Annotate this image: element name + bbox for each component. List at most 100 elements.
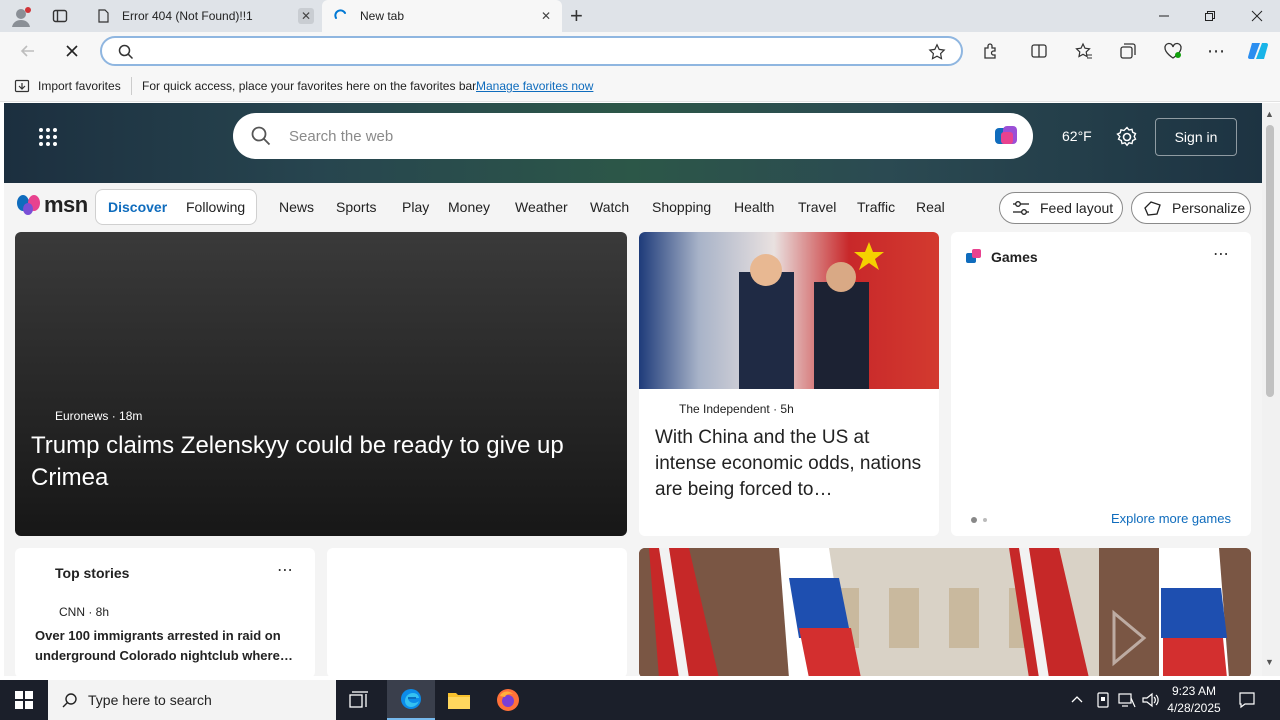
extensions-icon[interactable] bbox=[976, 36, 1006, 66]
sign-in-label: Sign in bbox=[1174, 129, 1218, 145]
favorites-bar: Import favorites For quick access, place… bbox=[0, 70, 1280, 102]
copilot-icon[interactable] bbox=[1243, 36, 1273, 66]
page-scrollbar[interactable]: ▲ ▼ bbox=[1262, 103, 1280, 676]
split-screen-icon[interactable] bbox=[1024, 36, 1054, 66]
firefox-icon[interactable] bbox=[496, 688, 520, 717]
personalize-icon bbox=[1144, 201, 1161, 216]
back-icon[interactable] bbox=[13, 36, 43, 66]
tab-title: Error 404 (Not Found)!!1 bbox=[122, 9, 253, 23]
games-title: Games bbox=[991, 249, 1038, 265]
nav-health[interactable]: Health bbox=[734, 199, 774, 215]
personalize-button[interactable]: Personalize bbox=[1131, 192, 1251, 224]
nav-play[interactable]: Play bbox=[402, 199, 429, 215]
source-name: CNN bbox=[59, 605, 85, 619]
nav-weather[interactable]: Weather bbox=[515, 199, 568, 215]
blank-card bbox=[327, 548, 627, 676]
china-story-image bbox=[639, 232, 939, 389]
copilot-search-icon[interactable] bbox=[993, 122, 1021, 155]
favorites-icon[interactable] bbox=[1069, 36, 1099, 66]
scroll-thumb[interactable] bbox=[1266, 125, 1274, 397]
apps-grid-icon[interactable] bbox=[38, 127, 58, 152]
scroll-up-arrow-icon[interactable]: ▲ bbox=[1265, 109, 1274, 119]
main-story-headline[interactable]: Trump claims Zelenskyy could be ready to… bbox=[31, 430, 601, 494]
settings-gear-icon[interactable] bbox=[1116, 126, 1138, 153]
top-stories-headline[interactable]: Over 100 immigrants arrested in raid on … bbox=[35, 626, 305, 666]
clock-time: 9:23 AM bbox=[1171, 684, 1217, 698]
clock[interactable]: 9:23 AM 4/28/2025 bbox=[1162, 683, 1226, 717]
explore-more-games-link[interactable]: Explore more games bbox=[1111, 511, 1231, 526]
favorite-star-icon[interactable] bbox=[928, 43, 946, 66]
edge-taskbar-icon[interactable] bbox=[387, 680, 435, 720]
import-favorites-button[interactable]: Import favorites bbox=[38, 79, 121, 93]
watermark-logo bbox=[1039, 608, 1239, 673]
tray-chevron-icon[interactable] bbox=[1070, 692, 1084, 711]
weather-temperature[interactable]: 62°F bbox=[1062, 128, 1092, 144]
notification-icon[interactable] bbox=[1238, 691, 1256, 714]
profile-icon[interactable] bbox=[10, 6, 32, 28]
top-stories-source: CNN · 8h bbox=[59, 605, 110, 619]
browser-essentials-icon[interactable] bbox=[1158, 36, 1188, 66]
sliders-icon bbox=[1013, 201, 1029, 215]
china-story-headline[interactable]: With China and the US at intense economi… bbox=[655, 425, 927, 503]
nav-shopping[interactable]: Shopping bbox=[652, 199, 711, 215]
scroll-down-arrow-icon[interactable]: ▼ bbox=[1265, 657, 1274, 667]
tab-following[interactable]: Following bbox=[186, 199, 245, 215]
close-tab-icon[interactable]: ✕ bbox=[298, 8, 314, 24]
nav-money[interactable]: Money bbox=[448, 199, 490, 215]
main-story-source: Euronews · 18m bbox=[55, 409, 143, 423]
summit-photo-card[interactable] bbox=[639, 548, 1251, 676]
sign-in-button[interactable]: Sign in bbox=[1155, 118, 1237, 156]
windows-taskbar: Type here to search 9:23 AM 4/28/2025 bbox=[0, 680, 1280, 720]
source-name: Euronews bbox=[55, 409, 109, 423]
games-more-options-icon[interactable]: ⋯ bbox=[1213, 244, 1229, 264]
games-card: Games ⋯ Explore more games bbox=[951, 232, 1251, 536]
web-search-box[interactable]: Search the web bbox=[233, 113, 1033, 159]
tab-error-404[interactable]: Error 404 (Not Found)!!1 ✕ bbox=[86, 0, 322, 32]
feed-layout-label: Feed layout bbox=[1040, 200, 1114, 216]
network-icon[interactable] bbox=[1118, 692, 1136, 713]
top-stories-more-options-icon[interactable]: ⋯ bbox=[277, 560, 293, 580]
carousel-dot[interactable] bbox=[983, 518, 987, 522]
top-stories-card: Top stories ⋯ CNN · 8h Over 100 immigran… bbox=[15, 548, 315, 676]
nav-watch[interactable]: Watch bbox=[590, 199, 629, 215]
hero-banner: Search the web 62°F Sign in bbox=[4, 103, 1262, 183]
msn-logo[interactable]: msn bbox=[16, 192, 88, 218]
page-icon bbox=[96, 9, 110, 23]
main-story-card[interactable]: Euronews · 18m Trump claims Zelenskyy co… bbox=[15, 232, 627, 536]
msn-page: Search the web 62°F Sign in msn Discover… bbox=[4, 103, 1262, 676]
start-button[interactable] bbox=[0, 680, 48, 720]
search-icon bbox=[118, 44, 134, 65]
china-story-card[interactable]: The Independent · 5h With China and the … bbox=[639, 232, 939, 536]
nav-sports[interactable]: Sports bbox=[336, 199, 376, 215]
more-options-icon[interactable]: ⋯ bbox=[1201, 36, 1231, 66]
search-icon bbox=[62, 693, 77, 708]
feed-layout-button[interactable]: Feed layout bbox=[999, 192, 1123, 224]
nav-real-estate[interactable]: Real E bbox=[916, 199, 949, 215]
close-window-icon[interactable] bbox=[1234, 0, 1280, 32]
collections-icon[interactable] bbox=[1113, 36, 1143, 66]
nav-traffic[interactable]: Traffic bbox=[857, 199, 895, 215]
carousel-dot-active[interactable] bbox=[971, 517, 977, 523]
new-tab-button[interactable]: + bbox=[570, 5, 590, 27]
nav-news[interactable]: News bbox=[279, 199, 314, 215]
tab-discover[interactable]: Discover bbox=[108, 199, 167, 215]
web-search-input[interactable]: Search the web bbox=[289, 128, 393, 145]
personalize-label: Personalize bbox=[1172, 200, 1246, 216]
address-bar[interactable] bbox=[100, 36, 963, 66]
restore-icon[interactable] bbox=[1187, 0, 1233, 32]
volume-icon[interactable] bbox=[1142, 692, 1160, 713]
nav-links: News Sports Play Money Weather Watch Sho… bbox=[279, 199, 949, 219]
stop-loading-icon[interactable] bbox=[57, 36, 87, 66]
minimize-icon[interactable] bbox=[1141, 0, 1187, 32]
china-story-source: The Independent · 5h bbox=[679, 402, 794, 416]
taskbar-search-box[interactable]: Type here to search bbox=[48, 680, 336, 720]
task-view-icon[interactable] bbox=[348, 690, 370, 715]
games-icon bbox=[965, 248, 983, 269]
tab-actions-icon[interactable] bbox=[52, 8, 68, 24]
nav-travel[interactable]: Travel bbox=[798, 199, 836, 215]
tray-device-icon[interactable] bbox=[1095, 692, 1111, 713]
close-tab-icon[interactable]: ✕ bbox=[538, 8, 554, 24]
manage-favorites-link[interactable]: Manage favorites now bbox=[476, 79, 593, 93]
file-explorer-icon[interactable] bbox=[447, 689, 471, 716]
tab-new-tab[interactable]: New tab ✕ bbox=[322, 0, 562, 32]
